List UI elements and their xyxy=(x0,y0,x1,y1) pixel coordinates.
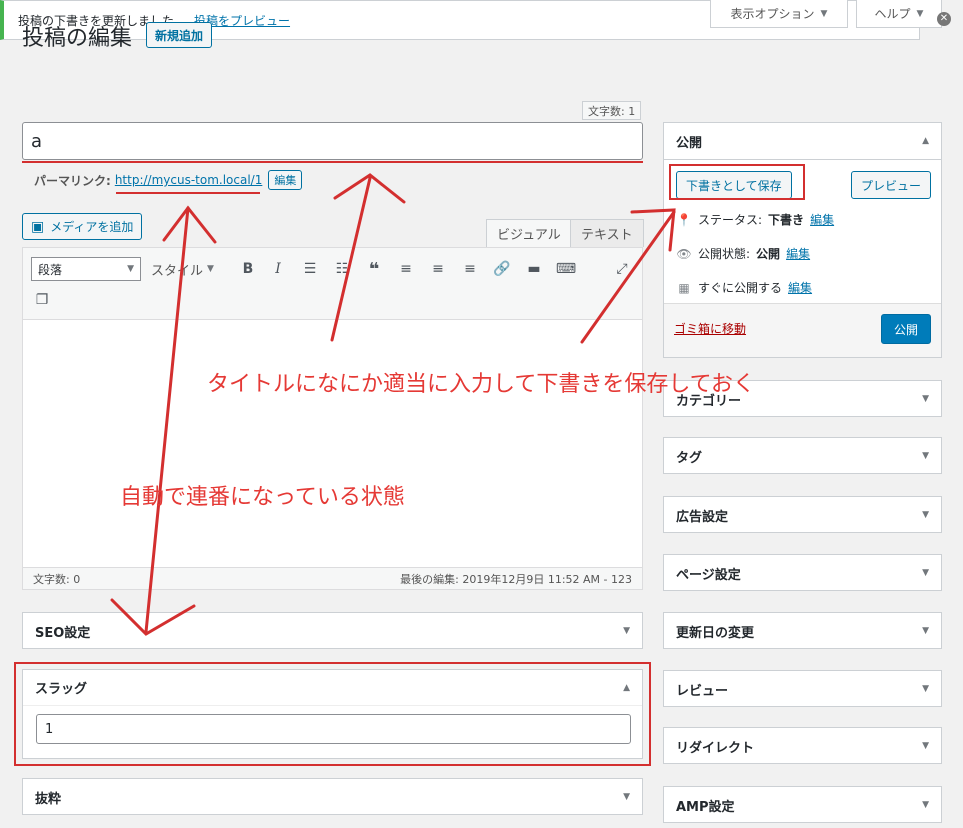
annotation-save-note: タイトルになにか適当に入力して下書きを保存しておく xyxy=(207,372,756,397)
annotation-arrows xyxy=(110,173,676,636)
annotation-auto-note: 自動で連番になっている状態 xyxy=(120,485,405,510)
